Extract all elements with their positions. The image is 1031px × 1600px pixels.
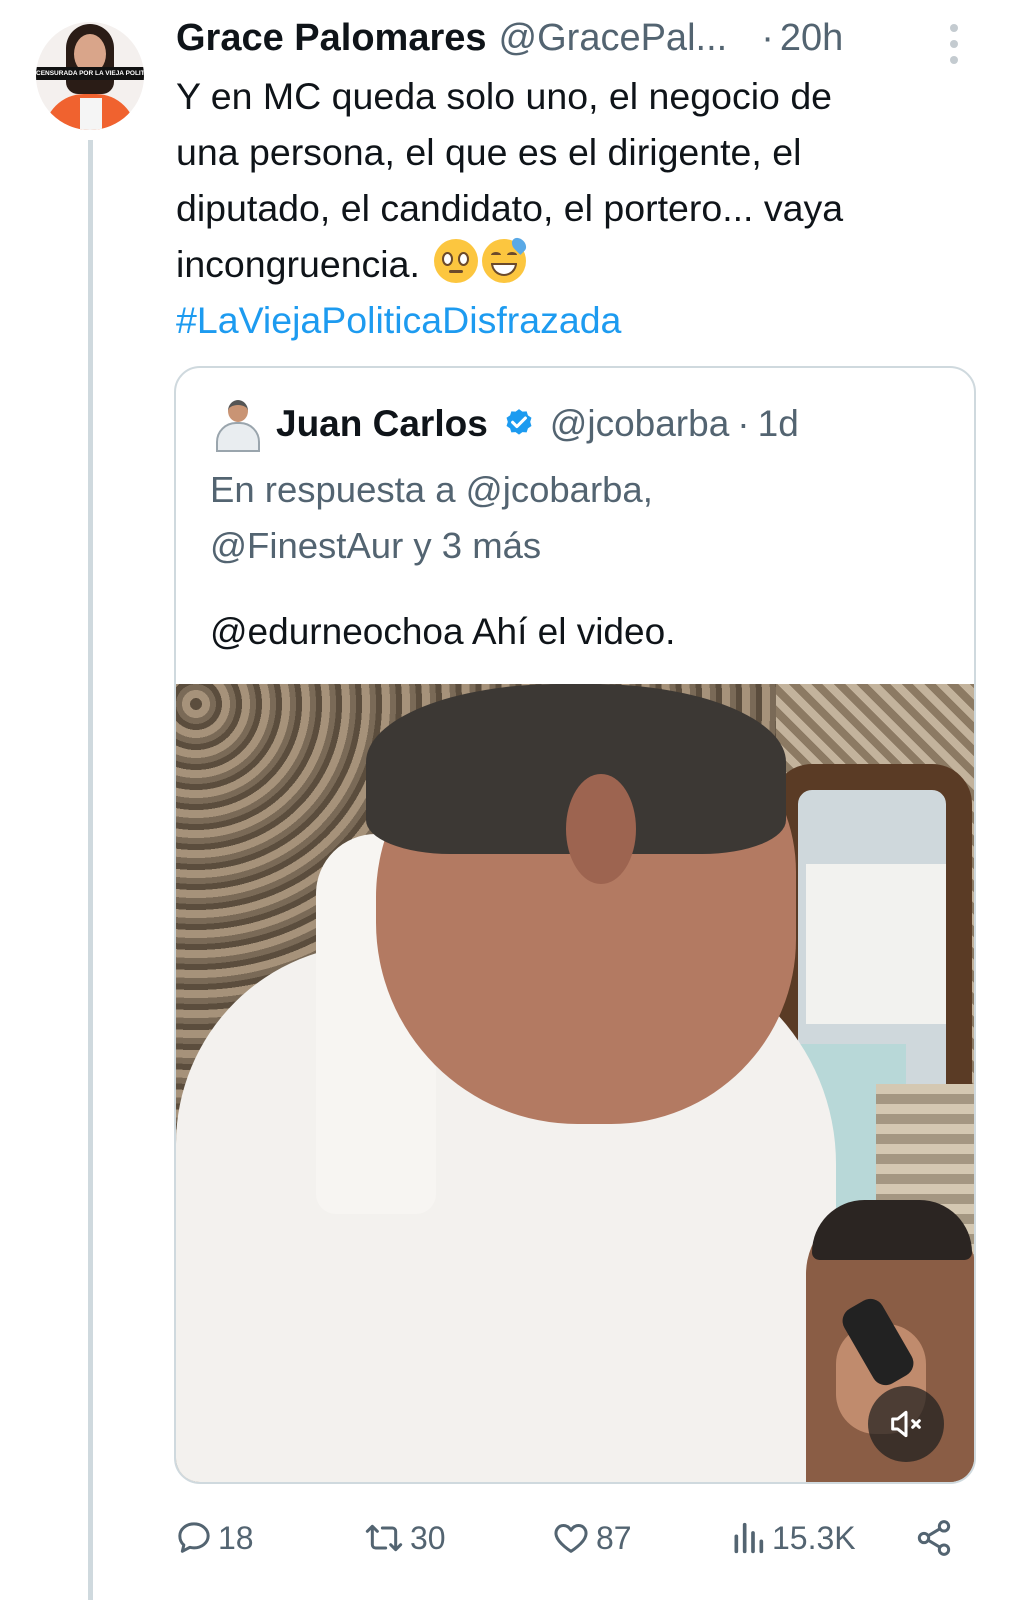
views-button[interactable]: 15.3K [728,1516,856,1560]
quoted-tweet-header: Juan Carlos @jcobarba · 1d [276,398,799,450]
tweet-text: Y en MC queda solo uno, el negocio de un… [176,68,976,348]
quoted-author-handle[interactable]: @jcobarba [550,403,730,445]
more-options-icon[interactable] [944,24,964,64]
repost-icon [365,1524,403,1552]
reply-context-line: En respuesta a @jcobarba, [210,469,653,510]
mute-toggle-button[interactable] [868,1386,944,1462]
tweet-text-line: una persona, el que es el dirigente, el [176,131,802,173]
avatar-banner: CENSURADA POR LA VIEJA POLITICA [36,67,144,80]
quoted-tweet-timestamp[interactable]: 1d [758,403,799,445]
like-count: 87 [596,1519,632,1556]
author-handle[interactable]: @GracePal... [499,17,728,60]
heart-icon [554,1524,588,1553]
tweet-timestamp[interactable]: 20h [780,17,843,60]
reply-button[interactable]: 18 [174,1516,254,1560]
speaker-muted-icon [891,1410,921,1438]
separator-dot: · [737,403,750,444]
quoted-tweet-card[interactable]: Juan Carlos @jcobarba · 1d En respuesta … [174,366,976,1484]
hashtag-link[interactable]: #LaViejaPoliticaDisfrazada [176,292,976,348]
views-chart-icon [734,1522,764,1554]
share-button[interactable] [914,1516,954,1560]
quoted-author-avatar[interactable] [214,398,262,452]
author-avatar[interactable]: CENSURADA POR LA VIEJA POLITICA [36,22,144,130]
author-name[interactable]: Grace Palomares [176,17,487,60]
quoted-tweet-text: @edurneochoa Ahí el video. [210,611,676,652]
tweet-text-line: incongruencia. [176,235,976,292]
tweet-actions-bar: 18 30 87 15.3K [174,1508,974,1568]
reply-context-line: @FinestAur y 3 más [210,525,542,566]
share-icon [917,1520,951,1556]
reply-icon [178,1522,210,1553]
tweet-text-line: diputado, el candidato, el portero... va… [176,187,844,229]
tweet-text-line: Y en MC queda solo uno, el negocio de [176,75,833,117]
verified-badge-icon [506,409,532,435]
separator-dot: · [761,16,774,59]
like-button[interactable]: 87 [550,1516,632,1560]
reply-context: En respuesta a @jcobarba, @FinestAur y 3… [210,462,950,574]
reply-count: 18 [218,1519,254,1556]
quoted-author-name[interactable]: Juan Carlos [276,403,488,445]
face-with-rolling-eyes-icon [434,239,479,283]
tweet-header: Grace Palomares @GracePal... · 20h [176,14,996,62]
repost-count: 30 [410,1519,446,1556]
repost-button[interactable]: 30 [362,1516,446,1560]
video-player[interactable] [176,684,974,1482]
grinning-face-with-sweat-icon [482,235,530,283]
views-count: 15.3K [772,1519,856,1556]
thread-line [88,140,93,1600]
